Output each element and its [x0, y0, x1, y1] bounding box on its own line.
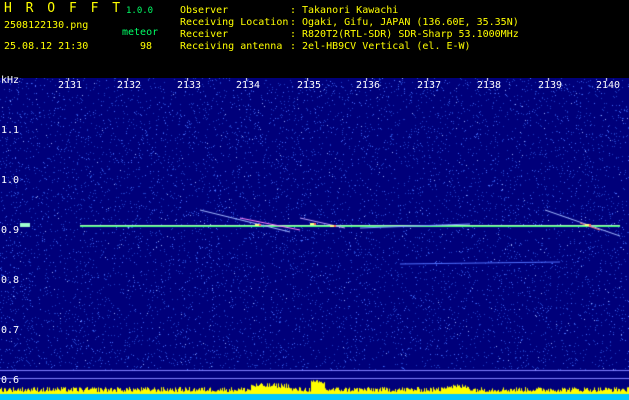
info-value-observer: Takanori Kawachi — [302, 5, 399, 16]
x-tick-label: 2134 — [236, 80, 261, 91]
version-label: 1.0.0 — [126, 6, 154, 16]
y-tick-label: 1.0 — [1, 175, 20, 186]
x-tick-label: 2131 — [58, 80, 83, 91]
filename-label: 2508122130.png — [4, 20, 89, 31]
mode-label: meteor — [122, 27, 159, 38]
y-tick-label: 0.9 — [1, 225, 20, 236]
x-tick-label: 2135 — [297, 80, 322, 91]
info-sep-receiver: : — [290, 29, 297, 40]
x-tick-label: 2138 — [477, 80, 502, 91]
x-tick-label: 2139 — [538, 80, 563, 91]
info-value-receiver: R820T2(RTL-SDR) SDR-Sharp 53.1000MHz — [302, 29, 519, 40]
x-tick-label: 2140 — [596, 80, 621, 91]
info-sep-observer: : — [290, 5, 297, 16]
x-tick-label: 2133 — [177, 80, 202, 91]
spectrogram-canvas — [0, 78, 629, 400]
y-tick-label: 0.8 — [1, 275, 20, 286]
y-tick-label: 0.6 — [1, 375, 20, 386]
info-sep-antenna: : — [290, 41, 297, 52]
info-sep-location: : — [290, 17, 297, 28]
info-label-observer: Observer — [180, 5, 229, 16]
x-tick-label: 2137 — [417, 80, 442, 91]
y-tick-label: 1.1 — [1, 125, 20, 136]
brand-title: H R O F F T — [4, 1, 124, 16]
header-panel: H R O F F T 1.0.0 2508122130.png meteor … — [0, 0, 629, 78]
x-tick-label: 2136 — [356, 80, 381, 91]
info-label-location: Receiving Location — [180, 17, 289, 28]
info-value-location: Ogaki, Gifu, JAPAN (136.60E, 35.35N) — [302, 17, 519, 28]
count-label: 98 — [140, 41, 153, 52]
y-tick-label: 0.7 — [1, 325, 20, 336]
y-axis-unit: kHz — [1, 75, 20, 86]
info-value-antenna: 2el-HB9CV Vertical (el. E-W) — [302, 41, 471, 52]
datetime-label: 25.08.12 21:30 — [4, 41, 89, 52]
x-tick-label: 2132 — [117, 80, 142, 91]
info-label-receiver: Receiver — [180, 29, 229, 40]
info-label-antenna: Receiving antenna — [180, 41, 283, 52]
